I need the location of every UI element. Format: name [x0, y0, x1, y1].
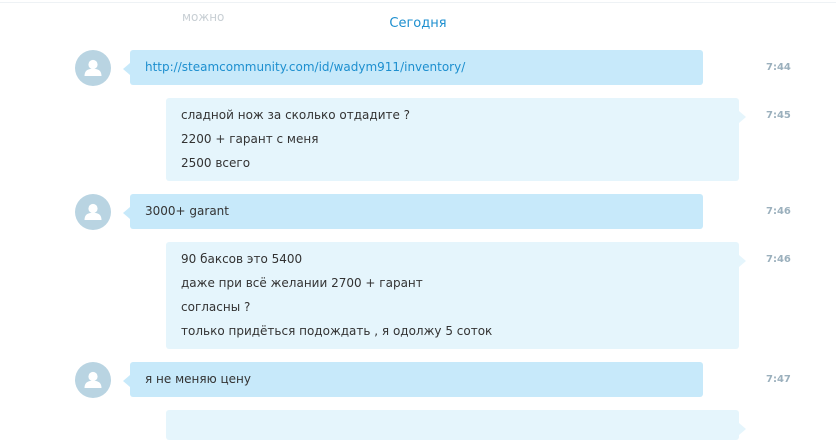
message-text: только придёться подождать , я одолжу 5 … [181, 324, 493, 338]
message-link[interactable]: http://steamcommunity.com/id/wadym911/in… [145, 60, 465, 74]
message-timestamp: 7:46 [766, 206, 791, 217]
message-text: 2200 + гарант с меня [181, 132, 319, 146]
message-text: сладной нож за сколько отдадите ? [181, 108, 411, 122]
message-timestamp: 7:46 [766, 254, 791, 265]
message-bubble: 90 баксов это 5400 даже при всё желании … [166, 242, 746, 349]
message-timestamp: 7:44 [766, 62, 791, 73]
message-text: даже при всё желании 2700 + гарант [181, 276, 423, 290]
top-divider [0, 2, 836, 3]
message-bubble: http://steamcommunity.com/id/wadym911/in… [123, 50, 703, 85]
date-separator: Сегодня [389, 16, 447, 31]
contact-avatar-icon[interactable] [75, 194, 111, 230]
contact-avatar-icon[interactable] [75, 50, 111, 86]
contact-avatar-icon[interactable] [75, 362, 111, 398]
message-text: 90 баксов это 5400 [181, 252, 303, 266]
message-bubble: сладной нож за сколько отдадите ? 2200 +… [166, 98, 746, 181]
message-text: 2500 всего [181, 156, 251, 170]
message-text: я не меняю цену [145, 372, 251, 386]
message-bubble: я не меняю цену [123, 362, 703, 397]
message-bubble: 3000+ garant [123, 194, 703, 229]
message-timestamp: 7:45 [766, 110, 791, 121]
message-text: согласны ? [181, 300, 251, 314]
message-bubble-partial [166, 410, 746, 440]
message-timestamp: 7:47 [766, 374, 791, 385]
message-text: 3000+ garant [145, 204, 229, 218]
